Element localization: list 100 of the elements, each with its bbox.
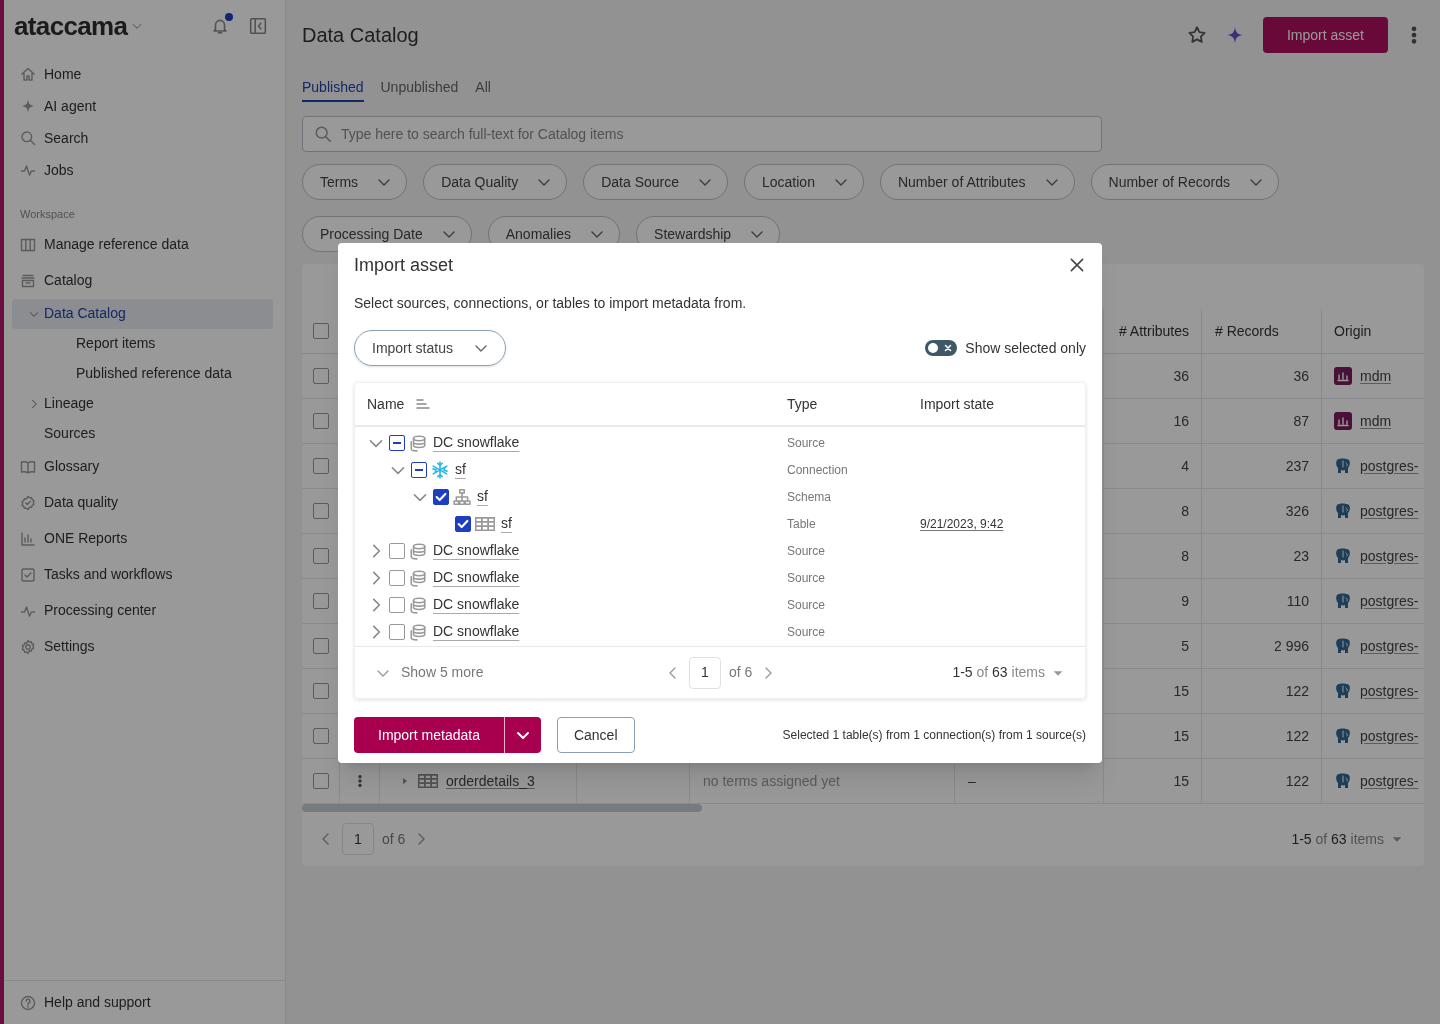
nav-item[interactable]: Data quality: [12, 484, 273, 521]
filter-dropdown[interactable]: Terms: [302, 164, 408, 200]
page-size-dropdown[interactable]: 1-5 of 63 items: [1291, 828, 1404, 850]
checkbox[interactable]: [312, 593, 329, 609]
checkbox[interactable]: [411, 461, 427, 478]
column-header: # Attributes: [1118, 321, 1189, 341]
checkbox[interactable]: [389, 596, 405, 613]
origin-link[interactable]: mdm: [1360, 410, 1392, 432]
elephant-icon: [1334, 637, 1352, 655]
toggle-switch[interactable]: [925, 340, 958, 356]
close-icon[interactable]: [1068, 256, 1086, 274]
nav-item[interactable]: Report items: [12, 328, 273, 359]
table-cell-text: 2 996: [1273, 636, 1309, 656]
checkbox[interactable]: [312, 458, 329, 474]
checkbox[interactable]: [312, 728, 329, 744]
checkbox[interactable]: [312, 638, 329, 654]
checkbox[interactable]: [389, 623, 405, 640]
nav-item[interactable]: Tasks and workflows: [12, 556, 273, 593]
origin-link[interactable]: postgres-: [1360, 680, 1419, 702]
cancel-button[interactable]: Cancel: [556, 717, 635, 753]
nav-item[interactable]: Glossary: [12, 448, 273, 485]
tab[interactable]: Published: [302, 74, 364, 102]
elephant-icon: [1334, 592, 1352, 610]
nav-item[interactable]: Lineage: [12, 388, 273, 419]
nav-item[interactable]: Catalog: [12, 262, 273, 299]
origin-link[interactable]: postgres-: [1360, 770, 1419, 792]
page-count: of 6: [382, 829, 406, 849]
checkbox[interactable]: [312, 413, 329, 429]
import-asset-button[interactable]: Import asset: [1262, 17, 1388, 53]
nav-item[interactable]: Search: [12, 122, 273, 154]
table-cell-text: 110: [1286, 591, 1309, 611]
checkbox[interactable]: [389, 434, 405, 451]
scrollbar[interactable]: [302, 804, 702, 812]
tree-item-link[interactable]: DC snowflake: [433, 540, 520, 561]
origin-link[interactable]: postgres-: [1360, 500, 1419, 522]
type-cell-text: Schema: [787, 488, 832, 506]
origin-link[interactable]: postgres-: [1360, 455, 1419, 477]
origin-link[interactable]: postgres-: [1360, 590, 1419, 612]
nav-item[interactable]: Published reference data: [12, 358, 273, 389]
tree-item-link[interactable]: DC snowflake: [433, 567, 520, 588]
nav-item[interactable]: Sources: [12, 418, 273, 449]
checkbox[interactable]: [312, 773, 329, 789]
filter-dropdown[interactable]: Location: [744, 164, 864, 200]
nav-item[interactable]: Data Catalog: [12, 298, 273, 329]
origin-link[interactable]: postgres-: [1360, 635, 1419, 657]
table-cell-text: –: [968, 771, 976, 791]
bar-chart-icon: [20, 530, 36, 547]
checkbox[interactable]: [312, 503, 329, 519]
tree-item-link[interactable]: sf: [477, 486, 488, 507]
bar-chart-icon: [1334, 367, 1352, 385]
nav-item[interactable]: Manage reference data: [12, 226, 273, 263]
origin-link[interactable]: mdm: [1360, 365, 1392, 387]
table-cell-text: 15: [1173, 681, 1189, 701]
table-link[interactable]: orderdetails_3: [446, 770, 535, 792]
hierarchy-icon: [453, 487, 471, 506]
tree-item-link[interactable]: sf: [455, 459, 466, 480]
badge-check-icon: [20, 494, 36, 511]
tree-item-link[interactable]: DC snowflake: [433, 621, 520, 642]
tree-item-link[interactable]: sf: [501, 513, 512, 534]
page-size-dropdown[interactable]: 1-5 of 63 items: [952, 662, 1065, 683]
page-input[interactable]: 1: [342, 823, 374, 855]
nav-item[interactable]: Jobs: [12, 154, 273, 186]
show-more-button[interactable]: Show 5 more: [375, 662, 665, 683]
more-options-button[interactable]: [504, 717, 541, 753]
table-cell-text: 122: [1285, 681, 1309, 701]
checkbox[interactable]: [312, 368, 329, 384]
collapse-panel-icon[interactable]: [249, 17, 267, 35]
checkbox[interactable]: [389, 569, 405, 586]
checkbox[interactable]: [389, 542, 405, 559]
page-count: of 6: [729, 663, 753, 682]
checkbox[interactable]: [312, 548, 329, 564]
nav-item[interactable]: Settings: [12, 628, 273, 665]
checkbox[interactable]: [455, 515, 471, 532]
tab[interactable]: All: [475, 74, 491, 102]
search-field[interactable]: Type here to search full-text for Catalog items: [302, 116, 1102, 152]
checkbox[interactable]: [312, 683, 329, 699]
filter-dropdown[interactable]: Number of Attributes: [879, 164, 1075, 200]
origin-link[interactable]: postgres-: [1360, 725, 1419, 747]
sort-icon[interactable]: [414, 396, 433, 412]
star-icon[interactable]: [1186, 25, 1207, 45]
filter-dropdown[interactable]: Data Quality: [423, 164, 568, 200]
type-cell-text: Connection: [787, 461, 848, 479]
nav-item[interactable]: AI agent: [12, 90, 273, 122]
checkbox[interactable]: [312, 323, 329, 339]
column-header: Type: [787, 394, 818, 414]
tree-item-link[interactable]: DC snowflake: [433, 594, 520, 615]
tab[interactable]: Unpublished: [380, 74, 459, 102]
import-metadata-button[interactable]: Import metadata: [354, 717, 505, 753]
tray-icon: [20, 272, 36, 289]
checkbox[interactable]: [433, 488, 449, 505]
nav-item[interactable]: Home: [12, 58, 273, 90]
nav-item[interactable]: Processing center: [12, 592, 273, 629]
tree-item-link[interactable]: DC snowflake: [433, 432, 520, 453]
page-input[interactable]: 1: [689, 656, 721, 689]
origin-link[interactable]: postgres-: [1360, 545, 1419, 567]
help-icon: [20, 994, 36, 1011]
filter-dropdown[interactable]: Number of Records: [1090, 164, 1279, 200]
search-icon: [20, 130, 36, 146]
nav-item[interactable]: ONE Reports: [12, 520, 273, 557]
filter-dropdown[interactable]: Data Source: [583, 164, 728, 200]
